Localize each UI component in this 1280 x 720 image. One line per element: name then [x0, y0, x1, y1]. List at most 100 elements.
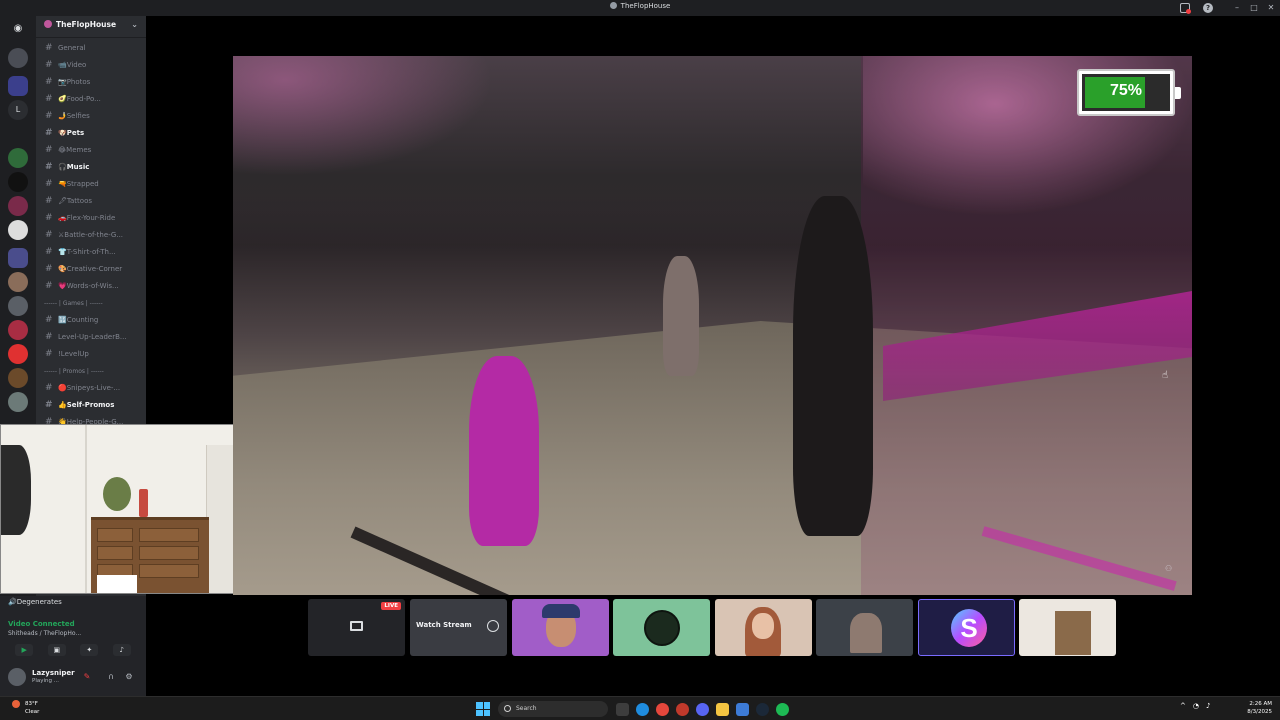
channel-item[interactable]: # 🥑Food-Po... — [36, 91, 146, 108]
system-tray: ^ ◔ ♪ — [1180, 702, 1217, 710]
channel-label: 📷Photos — [58, 78, 91, 86]
server-icon-8[interactable] — [8, 248, 28, 268]
channel-item[interactable]: # 🔫Strapped — [36, 176, 146, 193]
screen-share-icon[interactable]: ▣ — [47, 644, 66, 656]
channel-item[interactable]: # 📷Photos — [36, 74, 146, 91]
tile-participant-3[interactable] — [715, 599, 812, 656]
watch-stream-icon[interactable] — [487, 620, 499, 632]
channel-label: 🎨Creative-Corner — [58, 265, 123, 273]
channel-item[interactable]: # 🎨Creative-Corner — [36, 261, 146, 278]
channel-item[interactable]: # !LevelUp — [36, 346, 146, 363]
volume-icon[interactable]: ♪ — [1206, 702, 1210, 710]
channel-item[interactable]: # 🐶Pets — [36, 125, 146, 142]
help-icon[interactable]: ? — [1203, 3, 1213, 13]
chevron-down-icon[interactable]: ⌄ — [131, 20, 138, 29]
hashtag-icon: # — [45, 213, 53, 223]
channel-label: 💗Words-of-Wis... — [58, 282, 119, 290]
taskbar-clock[interactable]: 2:26 AM 8/3/2025 — [1244, 700, 1272, 716]
avatar[interactable] — [8, 668, 26, 686]
participant-6-object — [1055, 611, 1091, 655]
server-icon-2[interactable] — [8, 76, 28, 96]
tile-participant-2[interactable] — [613, 599, 710, 656]
channel-item[interactable]: # General — [36, 40, 146, 57]
minimize-button[interactable]: – — [1230, 2, 1244, 14]
settings-icon[interactable]: ⚙ — [124, 672, 134, 682]
server-icon-10[interactable] — [8, 296, 28, 316]
voice-location[interactable]: Shitheads / TheFlopHo... — [8, 630, 81, 637]
server-icon-6[interactable] — [8, 196, 28, 216]
tile-participant-1[interactable] — [512, 599, 609, 656]
hashtag-icon: # — [45, 332, 53, 342]
tile-stream-self[interactable]: LIVE — [308, 599, 405, 656]
channel-item[interactable]: # 📹Video — [36, 57, 146, 74]
discord-home-icon[interactable]: ◉ — [8, 20, 28, 38]
webcam-chair — [97, 575, 137, 593]
server-icon-7[interactable] — [8, 220, 28, 240]
voice-channel-row[interactable]: 🔊Degenerates — [8, 598, 62, 606]
channel-label: 👍Self-Promos — [58, 401, 115, 409]
headphones-icon[interactable]: ∩ — [106, 672, 116, 682]
stream-overlay-icon: ⚇ — [1165, 564, 1173, 573]
hashtag-icon: # — [45, 349, 53, 359]
tile-watch-stream[interactable]: Watch Stream — [410, 599, 507, 656]
channel-item[interactable]: # 🎧Music — [36, 159, 146, 176]
maximize-button[interactable]: □ — [1247, 2, 1261, 14]
store-icon[interactable] — [736, 703, 749, 716]
server-icon-1[interactable] — [8, 48, 28, 68]
chevron-up-icon[interactable]: ^ — [1180, 702, 1186, 710]
windows-start-icon[interactable] — [476, 702, 490, 716]
server-icon-13[interactable] — [8, 368, 28, 388]
edge-icon[interactable] — [636, 703, 649, 716]
search-placeholder: Search — [516, 705, 537, 712]
channel-label: 🔫Strapped — [58, 180, 99, 188]
hashtag-icon: # — [45, 179, 53, 189]
channel-item[interactable]: # 🖋Tattoos — [36, 193, 146, 210]
mute-icon[interactable]: ✎ — [82, 672, 92, 682]
server-header[interactable]: TheFlopHouse ⌄ — [36, 16, 146, 38]
channel-item[interactable]: # 🚗Flex-Your-Ride — [36, 210, 146, 227]
stream-view[interactable]: 75% ☝ ⚇ — [233, 56, 1192, 595]
hashtag-icon: # — [45, 128, 53, 138]
spotify-icon[interactable] — [776, 703, 789, 716]
network-icon[interactable]: ◔ — [1193, 702, 1199, 710]
close-button[interactable]: ✕ — [1264, 2, 1278, 14]
server-icon-12[interactable] — [8, 344, 28, 364]
watch-stream-label[interactable]: Watch Stream — [416, 621, 472, 629]
app-icon-red[interactable] — [676, 703, 689, 716]
file-explorer-icon[interactable] — [716, 703, 729, 716]
channel-item[interactable]: # 🔢Counting — [36, 312, 146, 329]
channel-item[interactable]: # ⚔Battle-of-the-G... — [36, 227, 146, 244]
server-icon-14[interactable] — [8, 392, 28, 412]
channel-item[interactable]: # 👍Self-Promos — [36, 397, 146, 414]
camera-icon[interactable]: ▶ — [15, 644, 34, 656]
tile-participant-6[interactable] — [1019, 599, 1116, 656]
server-icon-5[interactable] — [8, 172, 28, 192]
activity-icon[interactable]: ✦ — [80, 644, 99, 656]
chrome-icon[interactable] — [656, 703, 669, 716]
category-promos[interactable]: ------ | Promos | ------ — [36, 363, 146, 380]
server-icon-9[interactable] — [8, 272, 28, 292]
task-view-icon[interactable] — [616, 703, 629, 716]
channel-item[interactable]: # 🤳Selfies — [36, 108, 146, 125]
category-games[interactable]: ------ | Games | ------ — [36, 295, 146, 312]
soundboard-icon[interactable]: ♪ — [112, 644, 131, 656]
tile-participant-5[interactable]: S — [918, 599, 1015, 656]
server-icon-4[interactable] — [8, 148, 28, 168]
discord-taskbar-icon[interactable] — [696, 703, 709, 716]
channel-label: !LevelUp — [58, 350, 89, 358]
server-icon-3[interactable]: L — [8, 100, 28, 120]
taskbar-search-input[interactable]: Search — [498, 701, 608, 717]
channel-item[interactable]: # 😂Memes — [36, 142, 146, 159]
weather-widget[interactable]: 83°F Clear — [12, 700, 39, 716]
channel-item[interactable]: # 💗Words-of-Wis... — [36, 278, 146, 295]
inbox-icon[interactable] — [1180, 3, 1191, 14]
server-icon-11[interactable] — [8, 320, 28, 340]
battery-cap — [1175, 87, 1181, 99]
channel-item[interactable]: # Level-Up-LeaderB... — [36, 329, 146, 346]
steam-icon[interactable] — [756, 703, 769, 716]
clock-date: 8/3/2025 — [1247, 709, 1272, 715]
channel-item[interactable]: # 🔴Snipeys-Live-... — [36, 380, 146, 397]
channel-label: 🔴Snipeys-Live-... — [58, 384, 121, 392]
channel-item[interactable]: # 👕T-Shirt-of-Th... — [36, 244, 146, 261]
tile-participant-4[interactable] — [816, 599, 913, 656]
